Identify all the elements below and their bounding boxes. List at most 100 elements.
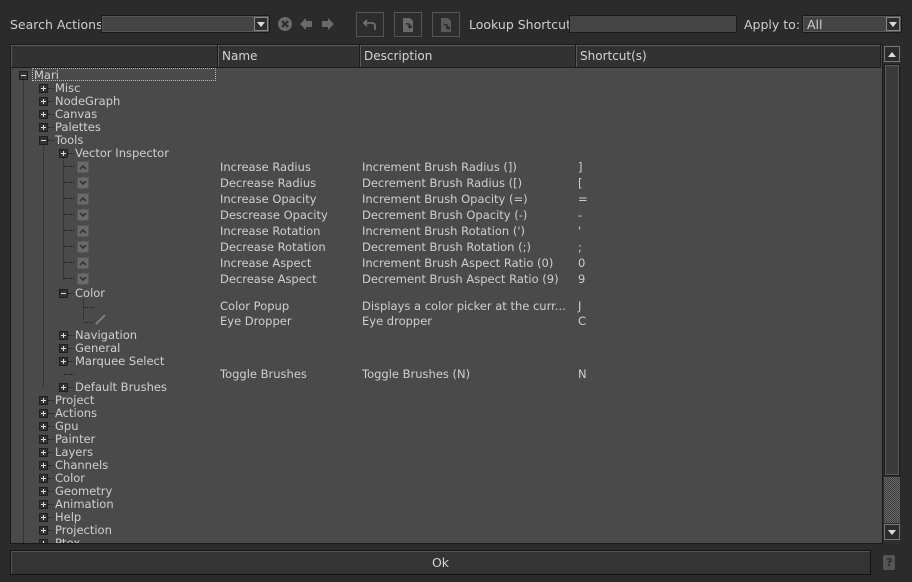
tree-guide xyxy=(48,530,54,531)
tree-guide xyxy=(23,77,24,543)
column-header-tree[interactable] xyxy=(11,45,218,67)
expand-icon[interactable] xyxy=(39,461,48,470)
row-name: Descrease Opacity xyxy=(220,208,328,222)
row-description: Eye dropper xyxy=(362,314,433,328)
shortcuts-tree-table[interactable]: Name Description Shortcut(s) Mari Misc Nod… xyxy=(10,44,900,544)
collapse-icon[interactable] xyxy=(19,71,28,80)
collapse-icon[interactable] xyxy=(39,136,48,145)
tree-guide xyxy=(64,198,74,199)
expand-icon[interactable] xyxy=(39,500,48,509)
tree-guide xyxy=(68,361,74,362)
row-name: Increase Opacity xyxy=(220,192,317,206)
expand-icon[interactable] xyxy=(59,344,68,353)
row-description: Decrement Brush Radius ([) xyxy=(362,176,523,190)
tree-guide xyxy=(68,348,74,349)
tree-item-ptex[interactable]: Ptex xyxy=(55,537,80,544)
expand-icon[interactable] xyxy=(39,97,48,106)
tree-guide xyxy=(48,114,54,115)
help-icon[interactable]: ? xyxy=(883,555,895,570)
expand-icon[interactable] xyxy=(39,84,48,93)
column-header-description[interactable]: Description xyxy=(360,45,576,67)
arrow-up-icon xyxy=(888,51,896,57)
search-actions-combo[interactable] xyxy=(101,15,270,33)
expand-icon[interactable] xyxy=(39,396,48,405)
forward-arrow-icon[interactable] xyxy=(320,16,336,32)
chevron-down-icon xyxy=(77,241,89,253)
reset-all-button[interactable] xyxy=(432,12,460,37)
expand-icon[interactable] xyxy=(39,487,48,496)
back-arrow-icon[interactable] xyxy=(298,16,314,32)
tree-item-color-tools[interactable]: Color xyxy=(75,287,105,300)
clear-icon[interactable] xyxy=(277,16,293,32)
row-shortcut: - xyxy=(578,208,583,222)
reset-button[interactable] xyxy=(394,12,422,37)
chevron-up-icon xyxy=(77,161,89,173)
expand-icon[interactable] xyxy=(39,435,48,444)
expand-icon[interactable] xyxy=(39,526,48,535)
tree-guide xyxy=(64,230,74,231)
ok-button[interactable]: Ok xyxy=(10,550,871,575)
tree-guide xyxy=(64,214,74,215)
expand-icon[interactable] xyxy=(39,110,48,119)
expand-icon[interactable] xyxy=(39,474,48,483)
chevron-up-icon xyxy=(77,193,89,205)
row-shortcut: 9 xyxy=(578,272,586,286)
expand-icon[interactable] xyxy=(59,149,68,158)
tree-guide xyxy=(68,153,74,154)
apply-to-select[interactable]: All xyxy=(802,15,902,33)
expand-icon[interactable] xyxy=(39,513,48,522)
apply-to-value: All xyxy=(807,17,823,32)
expand-icon[interactable] xyxy=(39,409,48,418)
chevron-up-icon xyxy=(77,225,89,237)
tree-guide xyxy=(43,142,44,387)
row-shortcut: ' xyxy=(578,224,582,238)
tree-guide xyxy=(48,478,54,479)
tree-guide xyxy=(68,293,74,294)
row-name: Decrease Radius xyxy=(220,176,317,190)
row-shortcut: = xyxy=(578,192,588,206)
tree-guide xyxy=(84,307,94,308)
lookup-shortcut-label: Lookup Shortcut xyxy=(469,17,571,32)
expand-icon[interactable] xyxy=(39,123,48,132)
lookup-shortcut-input[interactable] xyxy=(569,15,737,33)
column-header-name[interactable]: Name xyxy=(218,45,360,67)
scroll-down-button[interactable] xyxy=(884,524,900,540)
row-shortcut: J xyxy=(578,299,582,313)
dropdown-arrow-icon[interactable] xyxy=(886,17,900,31)
arrow-down-icon xyxy=(888,529,896,535)
chevron-down-icon xyxy=(77,177,89,189)
collapse-icon[interactable] xyxy=(59,289,68,298)
chevron-up-icon xyxy=(77,257,89,269)
tree-item-vector-inspector[interactable]: Vector Inspector xyxy=(75,147,169,160)
vertical-scrollbar[interactable] xyxy=(882,44,900,544)
expand-icon[interactable] xyxy=(39,422,48,431)
tree-guide xyxy=(68,335,74,336)
tree-guide xyxy=(48,426,54,427)
search-actions-label: Search Actions xyxy=(10,17,103,32)
scroll-thumb[interactable] xyxy=(884,64,900,476)
expand-icon[interactable] xyxy=(59,331,68,340)
chevron-down-icon xyxy=(77,273,89,285)
tree-item-marquee-select[interactable]: Marquee Select xyxy=(75,355,164,368)
dropdown-arrow-icon[interactable] xyxy=(254,17,268,31)
row-name: Toggle Brushes xyxy=(220,367,307,381)
tree-guide xyxy=(64,182,74,183)
scroll-track[interactable] xyxy=(884,477,900,523)
row-shortcut: [ xyxy=(578,176,583,190)
expand-icon[interactable] xyxy=(59,383,68,392)
column-header-shortcuts[interactable]: Shortcut(s) xyxy=(576,45,881,67)
expand-icon[interactable] xyxy=(39,539,48,543)
undo-button[interactable] xyxy=(356,12,384,37)
expand-icon[interactable] xyxy=(59,357,68,366)
expand-icon[interactable] xyxy=(39,448,48,457)
tree-guide xyxy=(64,374,74,375)
row-name: Decrease Aspect xyxy=(220,272,317,286)
tree-guide xyxy=(48,127,54,128)
tree-guide xyxy=(48,543,54,544)
row-description: Increment Brush Opacity (=) xyxy=(362,192,528,206)
row-shortcut: ; xyxy=(578,240,582,254)
row-name: Color Popup xyxy=(220,299,290,313)
scroll-up-button[interactable] xyxy=(884,46,900,62)
row-name: Increase Rotation xyxy=(220,224,321,238)
table-header: Name Description Shortcut(s) xyxy=(11,45,881,68)
